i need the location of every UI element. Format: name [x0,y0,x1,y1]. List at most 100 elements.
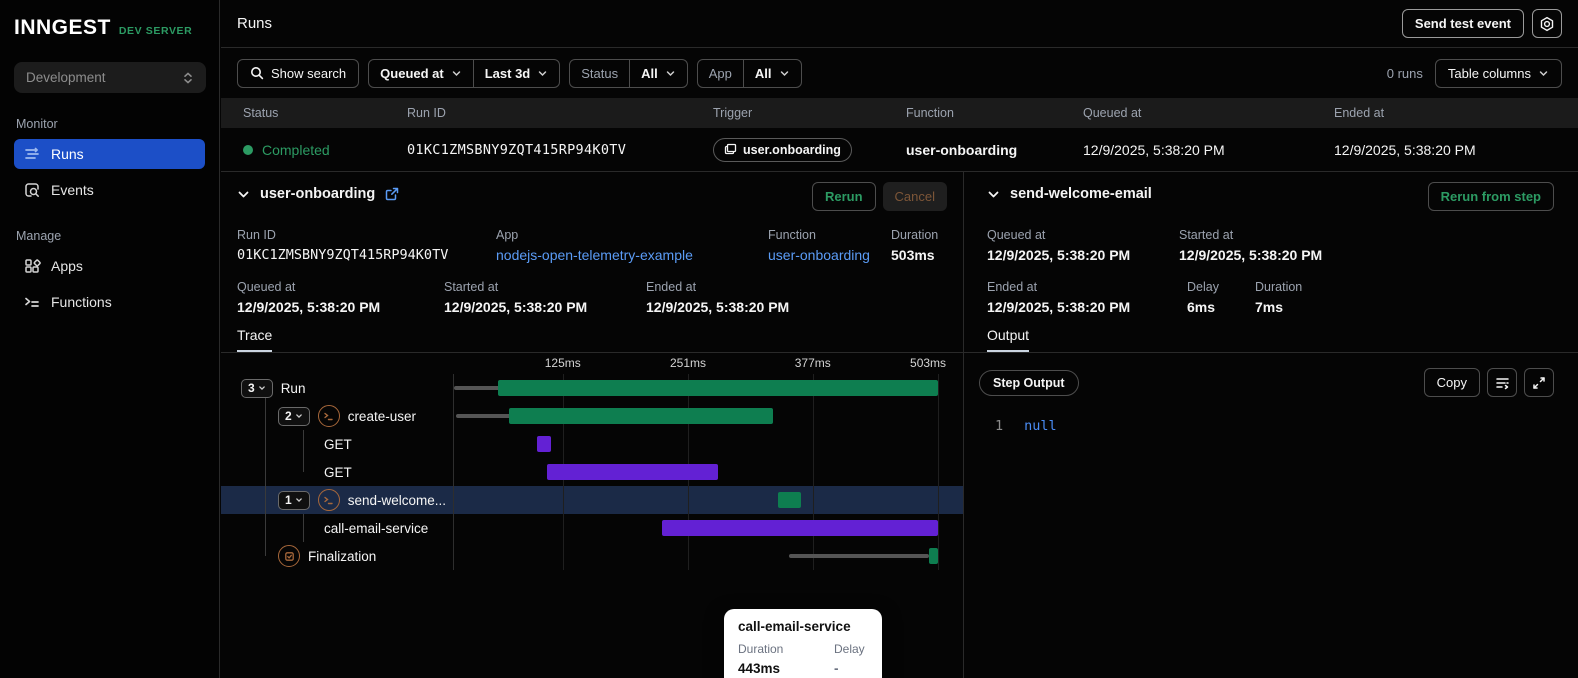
trace-row-get-2[interactable]: GET [221,458,963,486]
updown-chevron-icon [184,72,192,83]
run-details-area: user-onboarding Rerun Cancel Run ID 01KC… [221,172,1578,678]
field-duration: Duration 503ms [891,228,939,263]
step-output-badge[interactable]: Step Output [979,369,1079,396]
sidebar-item-functions[interactable]: Functions [14,287,205,317]
time-field-select[interactable]: Queued at [369,60,473,87]
send-test-event-button[interactable]: Send test event [1401,9,1524,38]
trace-bar[interactable] [509,408,773,424]
external-link-icon[interactable] [385,187,399,201]
page-title: Runs [237,15,273,32]
sidebar: INNGEST DEV SERVER Development Monitor R… [0,0,220,678]
trace-bar[interactable] [662,520,938,536]
function-cell: user-onboarding [906,141,1018,158]
rerun-button[interactable]: Rerun [811,182,876,211]
chevron-down-icon [452,70,460,76]
sidebar-item-runs[interactable]: Runs [14,139,205,169]
trace-bar[interactable] [498,380,938,396]
output-code-line: 1 null [995,418,1057,434]
app-link[interactable]: nodejs-open-telemetry-example [496,247,693,263]
trace-row-run[interactable]: 3 Run [221,374,963,402]
field-run-id: Run ID 01KC1ZMSBNY9ZQT415RP94K0TV [237,228,449,263]
collapse-count-badge[interactable]: 1 [278,490,310,510]
trace-waterfall: 125ms 251ms 377ms 503ms 3 Run 2 create-u… [221,353,963,678]
trace-bar[interactable] [455,414,512,418]
expand-button[interactable] [1524,368,1554,397]
step-run-icon [317,405,340,427]
trace-bar[interactable] [453,386,502,390]
collapse-chevron-icon[interactable] [987,188,1000,201]
event-icon [724,143,737,155]
workspace-select-value: Development [26,70,106,85]
trigger-pill[interactable]: user.onboarding [713,137,852,162]
settings-button[interactable] [1532,9,1562,38]
trace-row-finalization[interactable]: Finalization [221,542,963,570]
runs-table-header: Status Run ID Trigger Function Queued at… [221,98,1578,128]
sidebar-item-apps[interactable]: Apps [14,251,205,281]
trace-row-send-welcome-email[interactable]: 1 send-welcome... [221,486,963,514]
time-filter: Queued at Last 3d [368,58,561,88]
queued-at-cell: 12/9/2025, 5:38:20 PM [1083,141,1225,158]
run-id-cell: 01KC1ZMSBNY9ZQT415RP94K0TV [407,141,627,158]
logo: INNGEST DEV SERVER [14,16,205,40]
time-range-select[interactable]: Last 3d [472,59,560,87]
trace-bar[interactable] [788,554,930,558]
run-table-row[interactable]: Completed 01KC1ZMSBNY9ZQT415RP94K0TV use… [221,128,1578,172]
output-toolbar: Step Output Copy [979,368,1554,397]
workspace-select[interactable]: Development [14,62,206,93]
show-search-button[interactable]: Show search [237,58,360,88]
step-detail-panel: send-welcome-email Rerun from step Queue… [964,172,1578,678]
field-step-duration: Duration 7ms [1255,280,1303,315]
trace-bar[interactable] [536,436,551,452]
field-step-queued-at: Queued at 12/9/2025, 5:38:20 PM [987,228,1131,263]
copy-button[interactable]: Copy [1423,368,1480,397]
step-detail-title: send-welcome-email [1010,186,1152,202]
app-filter-label: App [708,65,732,81]
column-header-trigger: Trigger [713,106,753,120]
word-wrap-button[interactable] [1487,368,1517,397]
column-header-queued-at: Queued at [1083,106,1142,120]
function-link[interactable]: user-onboarding [768,247,870,263]
tooltip-delay: - [834,661,839,676]
field-started-at: Started at 12/9/2025, 5:38:20 PM [444,280,588,315]
trace-rows: 3 Run 2 create-user GET GET 1 send-welco… [221,374,963,570]
chevron-down-icon [295,498,302,503]
sidebar-item-label: Runs [51,146,84,162]
page-header: Runs Send test event [221,0,1578,48]
table-columns-button[interactable]: Table columns [1434,58,1562,88]
column-header-function: Function [906,106,954,120]
chevron-down-icon [295,414,302,419]
trace-bar[interactable] [546,464,718,480]
events-icon [25,183,39,197]
sidebar-item-events[interactable]: Events [14,175,205,205]
monitor-section-label: Monitor [16,117,58,131]
chevron-down-icon [1539,70,1548,76]
sidebar-item-label: Events [51,182,94,198]
inngest-dev-server-app: INNGEST DEV SERVER Development Monitor R… [0,0,1578,678]
tab-trace[interactable]: Trace [237,327,273,352]
trace-bar[interactable] [929,548,938,564]
filter-bar: Show search Queued at Last 3d Status All [221,48,1578,98]
trace-bar[interactable] [777,492,801,508]
manage-section-label: Manage [16,229,62,243]
trace-row-get-1[interactable]: GET [221,430,963,458]
collapse-count-badge[interactable]: 2 [278,406,310,426]
runs-count: 0 runs [1386,65,1423,81]
word-wrap-icon [1495,378,1509,390]
collapse-count-badge[interactable]: 3 [241,378,273,398]
app-filter-select[interactable]: All [742,59,801,87]
run-status: Completed [221,142,385,158]
tab-output[interactable]: Output [987,327,1030,352]
rerun-from-step-button[interactable]: Rerun from step [1427,182,1554,211]
sidebar-item-label: Apps [51,258,83,274]
collapse-chevron-icon[interactable] [237,188,250,201]
line-number: 1 [995,418,1004,434]
cancel-button[interactable]: Cancel [882,182,947,211]
finalization-icon [278,545,300,567]
tooltip-title: call-email-service [738,619,851,634]
tooltip-duration: 443ms [738,661,781,676]
trace-row-call-email-service[interactable]: call-email-service [221,514,963,542]
trace-row-create-user[interactable]: 2 create-user [221,402,963,430]
status-filter-select[interactable]: All [629,59,687,87]
field-step-delay: Delay 6ms [1187,280,1219,315]
trace-time-axis: 125ms 251ms 377ms 503ms [544,356,947,370]
